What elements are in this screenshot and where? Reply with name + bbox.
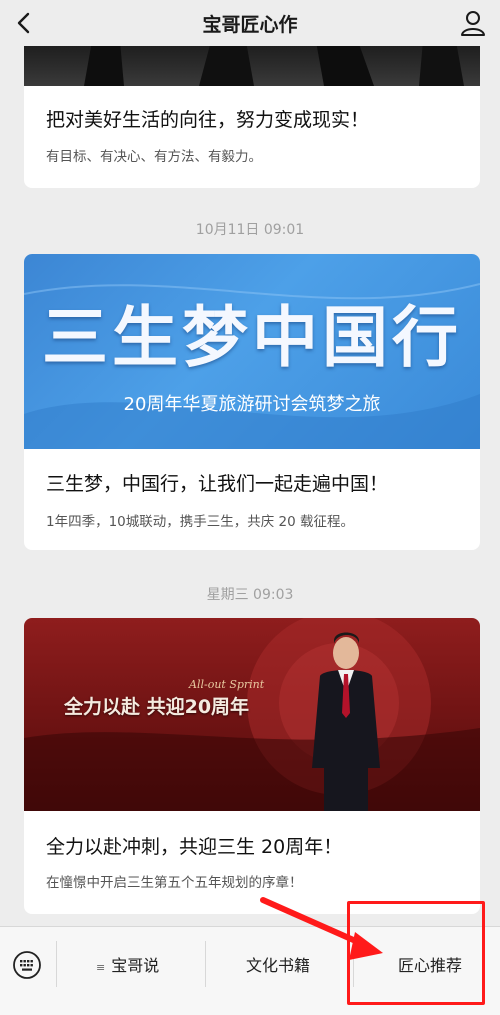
menu-lines-icon: ≡	[96, 961, 106, 974]
banner-3-script: All-out Sprint	[189, 678, 265, 691]
divider	[56, 941, 57, 987]
article-3-title[interactable]: 全力以赴冲刺，共迎三生 20周年！	[46, 832, 342, 859]
timestamp: 星期三 09:03	[206, 587, 294, 603]
article-2-banner: 三生梦中国行 20周年华夏旅游研讨会筑梦之旅	[24, 254, 480, 449]
banner-2-subline: 20周年华夏旅游研讨会筑梦之旅	[123, 394, 381, 415]
user-icon[interactable]	[458, 8, 488, 38]
article-card-3[interactable]: All-out Sprint 全力以赴 共迎20周年 全力以赴冲刺，共迎三生 2…	[24, 618, 480, 914]
banner-3-headline: 全力以赴 共迎20周年	[64, 696, 250, 718]
article-2-subtitle: 1年四季，10城联动，携手三生，共庆 20 载征程。	[46, 514, 355, 530]
article-2-title[interactable]: 三生梦，中国行，让我们一起走遍中国！	[46, 469, 388, 496]
article-3-subtitle: 在憧憬中开启三生第五个五年规划的序章！	[46, 875, 303, 891]
banner-2-headline: 三生梦中国行	[42, 298, 462, 376]
back-chevron-icon[interactable]	[10, 8, 38, 38]
page-title: 宝哥匠心作	[202, 13, 298, 36]
divider	[205, 941, 206, 987]
top-bar: 宝哥匠心作	[0, 0, 500, 46]
article-card-2[interactable]: 三生梦中国行 20周年华夏旅游研讨会筑梦之旅 三生梦，中国行，让我们一起走遍中国…	[24, 254, 480, 550]
article-card-1[interactable]: 把对美好生活的向往，努力变成现实！ 有目标、有决心、有方法、有毅力。	[24, 30, 480, 188]
keyboard-icon[interactable]	[12, 950, 42, 980]
menu-tab-baoge-label: 宝哥说	[111, 956, 160, 975]
timestamp: 10月11日 09:01	[195, 222, 305, 238]
article-1-title[interactable]: 把对美好生活的向往，努力变成现实！	[46, 105, 369, 132]
red-arrow-icon	[260, 897, 383, 960]
article-1-subtitle: 有目标、有决心、有方法、有毅力。	[46, 149, 262, 165]
menu-tab-baoge[interactable]: ≡ 宝哥说	[96, 952, 159, 976]
article-3-banner: All-out Sprint 全力以赴 共迎20周年	[24, 618, 480, 811]
